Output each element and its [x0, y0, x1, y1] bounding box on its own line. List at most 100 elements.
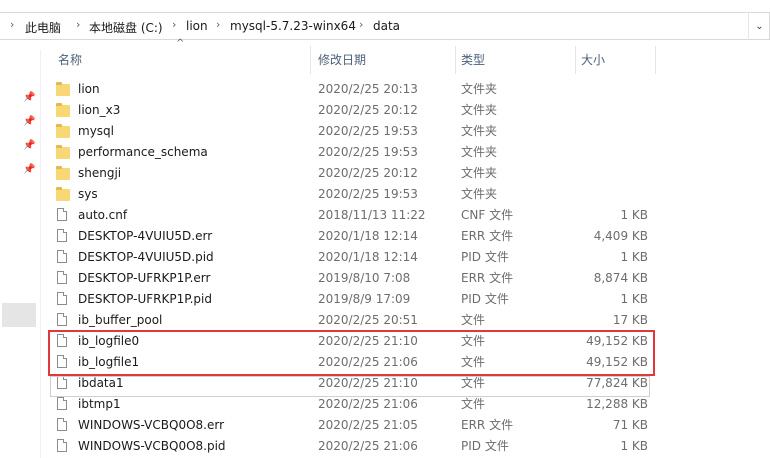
- file-modified: 2020/2/25 21:05: [318, 418, 418, 432]
- file-modified: 2020/1/18 12:14: [318, 229, 418, 243]
- file-modified: 2018/11/13 11:22: [318, 208, 426, 222]
- file-modified: 2020/2/25 21:06: [318, 439, 418, 453]
- file-modified: 2020/2/25 19:53: [318, 187, 418, 201]
- chevron-right-icon[interactable]: ›: [216, 18, 220, 31]
- file-icon: [57, 292, 67, 305]
- file-size: [578, 79, 648, 100]
- file-type: 文件夹: [461, 166, 498, 180]
- column-divider[interactable]: [575, 46, 576, 74]
- breadcrumb-lion[interactable]: lion: [186, 19, 208, 33]
- sort-ascending-icon: ^: [176, 38, 185, 49]
- breadcrumb-this-pc[interactable]: 此电脑: [25, 19, 61, 36]
- file-size: 4,409 KB: [593, 229, 648, 243]
- pane-divider[interactable]: [40, 50, 41, 458]
- file-type: 文件夹: [461, 124, 498, 138]
- file-name: DESKTOP-UFRKP1P.err: [78, 271, 211, 285]
- file-row[interactable]: WINDOWS-VCBQ0O8.err 2020/2/25 21:05 ERR 文件…: [50, 415, 656, 436]
- file-size: 71 KB: [612, 418, 648, 432]
- column-header-type[interactable]: 类型: [461, 46, 485, 74]
- file-modified: 2019/8/9 17:09: [318, 292, 411, 306]
- folder-icon: [56, 187, 70, 201]
- file-size: [578, 163, 648, 184]
- file-row[interactable]: performance_schema 2020/2/25 19:53 文件夹: [50, 142, 656, 163]
- file-name: DESKTOP-4VUIU5D.err: [78, 229, 213, 243]
- chevron-right-icon[interactable]: ›: [10, 18, 14, 31]
- file-row[interactable]: ib_buffer_pool 2020/2/25 20:51 文件 17 KB: [50, 310, 656, 331]
- file-size: 1 KB: [620, 439, 648, 453]
- breadcrumb-mysql[interactable]: mysql-5.7.23-winx64: [230, 19, 356, 33]
- pin-icon[interactable]: 📌: [23, 140, 35, 151]
- file-size: 1 KB: [620, 208, 648, 222]
- file-icon: [57, 271, 67, 284]
- file-row[interactable]: auto.cnf 2018/11/13 11:22 CNF 文件 1 KB: [50, 205, 656, 226]
- chevron-right-icon[interactable]: ›: [359, 18, 363, 31]
- folder-icon: [56, 103, 70, 117]
- nav-selected-item[interactable]: [2, 303, 36, 327]
- file-name: shengji: [78, 166, 122, 180]
- file-type: ERR 文件: [461, 229, 514, 243]
- file-row[interactable]: ibtmp1 2020/2/25 21:06 文件 12,288 KB: [50, 394, 656, 415]
- pin-icon[interactable]: 📌: [23, 116, 35, 127]
- file-icon: [57, 418, 67, 431]
- file-type: 文件夹: [461, 82, 498, 96]
- file-modified: 2020/2/25 21:06: [318, 397, 418, 411]
- file-type: CNF 文件: [461, 208, 514, 222]
- file-name: mysql: [78, 124, 114, 138]
- file-name: WINDOWS-VCBQ0O8.err: [78, 418, 225, 432]
- file-row[interactable]: lion 2020/2/25 20:13 文件夹: [50, 79, 656, 100]
- file-name: ib_buffer_pool: [78, 313, 163, 327]
- file-size: [578, 100, 648, 121]
- file-type: 文件夹: [461, 145, 498, 159]
- file-row[interactable]: lion_x3 2020/2/25 20:12 文件夹: [50, 100, 656, 121]
- file-icon: [57, 250, 67, 263]
- address-dropdown-button[interactable]: ⌄: [748, 12, 770, 40]
- file-row[interactable]: DESKTOP-4VUIU5D.pid 2020/1/18 12:14 PID 文件…: [50, 247, 656, 268]
- focused-row-outline: [50, 376, 650, 397]
- file-row[interactable]: DESKTOP-UFRKP1P.pid 2019/8/9 17:09 PID 文件 1…: [50, 289, 656, 310]
- file-size: 8,874 KB: [593, 271, 648, 285]
- pin-icon[interactable]: 📌: [23, 164, 35, 175]
- column-header-size[interactable]: 大小: [581, 46, 605, 74]
- file-modified: 2020/1/18 12:14: [318, 250, 418, 264]
- column-divider[interactable]: [655, 46, 656, 74]
- file-modified: 2019/8/10 7:08: [318, 271, 411, 285]
- chevron-right-icon[interactable]: ›: [172, 18, 176, 31]
- file-modified: 2020/2/25 19:53: [318, 145, 418, 159]
- file-name: auto.cnf: [78, 208, 128, 222]
- chevron-right-icon[interactable]: ›: [76, 18, 80, 31]
- file-type: ERR 文件: [461, 418, 514, 432]
- navigation-pane: 📌 📌 📌 📌: [0, 50, 40, 458]
- file-name: sys: [78, 187, 98, 201]
- breadcrumb-local-disk[interactable]: 本地磁盘 (C:): [89, 19, 163, 36]
- column-header-modified[interactable]: 修改日期: [318, 46, 366, 74]
- file-modified: 2020/2/25 20:13: [318, 82, 418, 96]
- file-size: [578, 121, 648, 142]
- pin-icon[interactable]: 📌: [23, 92, 35, 103]
- file-name: DESKTOP-UFRKP1P.pid: [78, 292, 212, 306]
- file-row[interactable]: DESKTOP-4VUIU5D.err 2020/1/18 12:14 ERR 文件…: [50, 226, 656, 247]
- file-size: 17 KB: [612, 313, 648, 327]
- folder-icon: [56, 145, 70, 159]
- column-divider[interactable]: [310, 46, 311, 74]
- highlight-box: [48, 330, 655, 376]
- file-row[interactable]: sys 2020/2/25 19:53 文件夹: [50, 184, 656, 205]
- file-modified: 2020/2/25 20:12: [318, 103, 418, 117]
- file-row[interactable]: mysql 2020/2/25 19:53 文件夹: [50, 121, 656, 142]
- chevron-down-icon: ⌄: [755, 20, 764, 32]
- file-icon: [57, 208, 67, 221]
- file-modified: 2020/2/25 20:12: [318, 166, 418, 180]
- file-name: ibtmp1: [78, 397, 121, 411]
- file-row[interactable]: shengji 2020/2/25 20:12 文件夹: [50, 163, 656, 184]
- file-row[interactable]: WINDOWS-VCBQ0O8.pid 2020/2/25 21:06 PID 文件…: [50, 436, 656, 457]
- file-name: WINDOWS-VCBQ0O8.pid: [78, 439, 226, 453]
- file-type: 文件夹: [461, 103, 498, 117]
- file-row[interactable]: DESKTOP-UFRKP1P.err 2019/8/10 7:08 ERR 文件 8…: [50, 268, 656, 289]
- column-divider[interactable]: [455, 46, 456, 74]
- file-size: 12,288 KB: [586, 397, 648, 411]
- folder-icon: [56, 166, 70, 180]
- file-type: PID 文件: [461, 292, 509, 306]
- file-icon: [57, 439, 67, 452]
- breadcrumb-data[interactable]: data: [373, 19, 400, 33]
- column-header-name[interactable]: 名称: [58, 46, 82, 74]
- file-size: 1 KB: [620, 250, 648, 264]
